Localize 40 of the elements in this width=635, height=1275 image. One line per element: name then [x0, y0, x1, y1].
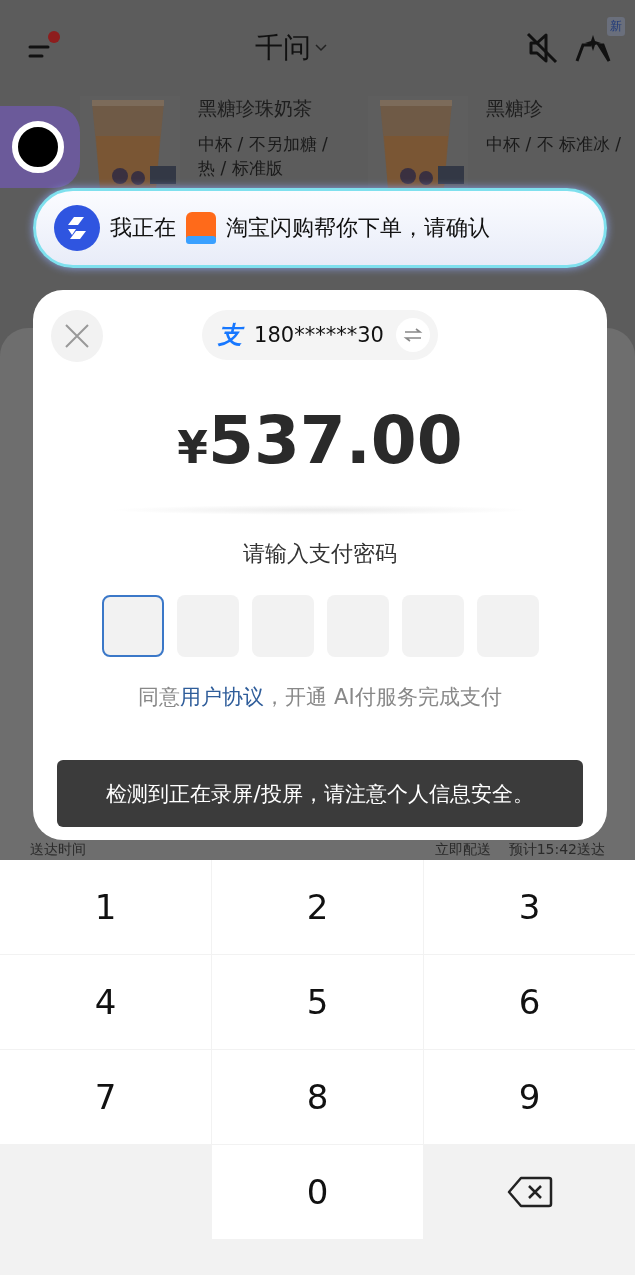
delivery-label: 送达时间	[30, 841, 86, 859]
product-title: 黑糖珍	[486, 96, 544, 121]
shopping-app-icon	[186, 212, 216, 244]
pin-box[interactable]	[101, 595, 164, 657]
digit-key[interactable]: 5	[212, 955, 423, 1049]
banner-text: 我正在	[110, 214, 176, 242]
switch-account-button[interactable]	[395, 318, 430, 352]
payment-logo: 支	[218, 320, 243, 351]
agreement-text: 同意用户协议，开通 AI付服务完成支付	[138, 684, 502, 711]
digit-key[interactable]: 1	[0, 860, 211, 954]
product-title: 黑糖珍珠奶茶	[198, 96, 313, 121]
digit-key[interactable]: 0	[212, 1145, 423, 1239]
close-icon	[64, 323, 90, 349]
chevron-down-icon	[314, 44, 327, 52]
banner-text: 淘宝闪购帮你下单，请确认	[226, 214, 490, 242]
close-button[interactable]	[51, 310, 103, 362]
digit-key[interactable]: 9	[424, 1050, 635, 1144]
assistant-logo-icon	[54, 205, 100, 251]
delivery-mode: 立即配送	[434, 841, 491, 859]
new-badge: 新	[607, 17, 625, 36]
digit-key[interactable]: 3	[424, 860, 635, 954]
product-spec: 中杯 / 不 标准冰 /	[486, 133, 623, 156]
swap-icon	[402, 327, 423, 343]
password-prompt: 请输入支付密码	[243, 540, 397, 568]
product-spec: 中杯 / 不另加糖 / 热 / 标准版	[198, 133, 329, 180]
digit-key[interactable]: 2	[212, 860, 423, 954]
digit-key[interactable]: 8	[212, 1050, 423, 1144]
digit-key[interactable]: 7	[0, 1050, 211, 1144]
payment-amount: 537.00	[207, 402, 463, 479]
delivery-eta: 预计15:42送达	[508, 841, 605, 859]
mute-icon[interactable]	[525, 31, 559, 65]
account-selector[interactable]: 支 180******30	[202, 310, 438, 360]
currency-symbol: ¥	[177, 422, 208, 473]
digit-key[interactable]: 4	[0, 955, 211, 1049]
account-number: 180******30	[254, 323, 384, 347]
screen-recording-toast: 检测到正在录屏/投屏，请注意个人信息安全。	[57, 760, 583, 827]
record-button[interactable]	[12, 121, 64, 173]
user-agreement-link[interactable]: 用户协议	[180, 685, 265, 709]
backspace-icon	[506, 1176, 553, 1208]
digit-key[interactable]: 6	[424, 955, 635, 1049]
